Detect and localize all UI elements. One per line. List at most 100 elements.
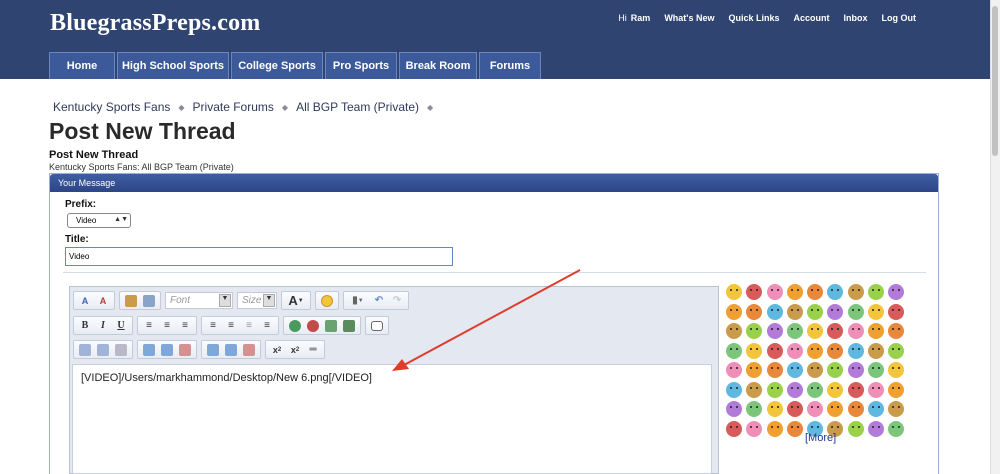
smiley-icon[interactable] <box>786 342 803 359</box>
smiley-icon[interactable] <box>746 420 763 437</box>
undo-icon[interactable]: ↶ <box>371 293 387 309</box>
smiley-icon[interactable] <box>807 323 824 339</box>
smiley-icon[interactable] <box>726 362 742 378</box>
bold-icon[interactable]: B <box>77 318 93 334</box>
smiley-icon[interactable] <box>807 342 824 359</box>
tab-college-sports[interactable]: College Sports <box>231 52 323 79</box>
username-link[interactable]: Ram <box>631 13 651 23</box>
prefix-select[interactable]: Video ▲▼ <box>67 213 131 228</box>
smiley-icon[interactable] <box>868 420 885 437</box>
remove-format-icon[interactable]: A <box>77 293 93 309</box>
smiley-icon[interactable] <box>888 420 905 437</box>
smiley-icon[interactable] <box>726 342 742 359</box>
insert-col-before-icon[interactable] <box>205 342 221 358</box>
attach-icon[interactable]: ▮ ▼ <box>347 293 369 309</box>
smiley-icon[interactable] <box>888 303 905 320</box>
align-left-icon[interactable]: ≡ <box>141 318 157 334</box>
smiley-icon[interactable] <box>319 293 335 309</box>
smiley-icon[interactable] <box>786 381 803 398</box>
smiley-icon[interactable] <box>766 362 783 378</box>
subscript-icon[interactable]: x2 <box>269 342 285 358</box>
outdent-icon[interactable]: ≡ <box>241 318 257 334</box>
tab-home[interactable]: Home <box>49 52 115 79</box>
align-center-icon[interactable]: ≡ <box>159 318 175 334</box>
smiley-icon[interactable] <box>807 362 824 378</box>
smiley-icon[interactable] <box>746 342 763 359</box>
insert-row-above-icon[interactable] <box>141 342 157 358</box>
horizontal-rule-icon[interactable]: ═ <box>305 342 321 358</box>
smiley-icon[interactable] <box>746 323 763 339</box>
paste-text-icon[interactable] <box>141 293 157 309</box>
smiley-icon[interactable] <box>766 303 783 320</box>
breadcrumb-all-bgp-team[interactable]: All BGP Team (Private) <box>296 100 419 114</box>
message-textarea[interactable]: [VIDEO]/Users/markhammond/Desktop/New 6.… <box>72 364 712 474</box>
smiley-icon[interactable] <box>746 401 763 417</box>
underline-icon[interactable]: U <box>113 318 129 334</box>
smiley-icon[interactable] <box>888 284 905 300</box>
smiley-icon[interactable] <box>786 284 803 300</box>
smiley-icon[interactable] <box>847 362 864 378</box>
smiley-icon[interactable] <box>766 284 783 300</box>
superscript-icon[interactable]: x2 <box>287 342 303 358</box>
smiley-icon[interactable] <box>827 303 844 320</box>
smiley-icon[interactable] <box>766 381 783 398</box>
inbox-link[interactable]: Inbox <box>844 13 868 23</box>
smiley-icon[interactable] <box>807 381 824 398</box>
smiley-icon[interactable] <box>726 323 742 339</box>
tab-high-school-sports[interactable]: High School Sports <box>117 52 229 79</box>
log-out-link[interactable]: Log Out <box>882 13 917 23</box>
smiley-icon[interactable] <box>726 303 742 320</box>
site-logo[interactable]: BluegrassPreps.com <box>50 10 260 37</box>
smiley-icon[interactable] <box>766 323 783 339</box>
smiley-icon[interactable] <box>868 381 885 398</box>
breadcrumb-kentucky-sports-fans[interactable]: Kentucky Sports Fans <box>53 100 170 114</box>
smiley-icon[interactable] <box>726 401 742 417</box>
smiley-icon[interactable] <box>746 303 763 320</box>
font-select[interactable]: Font ▼ <box>165 292 233 309</box>
tab-pro-sports[interactable]: Pro Sports <box>325 52 397 79</box>
smiley-icon[interactable] <box>847 342 864 359</box>
smiley-icon[interactable] <box>847 303 864 320</box>
link-icon[interactable] <box>287 318 303 334</box>
size-select[interactable]: Size ▼ <box>237 292 277 309</box>
smiley-icon[interactable] <box>726 420 742 437</box>
smiley-icon[interactable] <box>888 323 905 339</box>
smiley-icon[interactable] <box>847 381 864 398</box>
smiley-icon[interactable] <box>827 284 844 300</box>
smiley-icon[interactable] <box>888 401 905 417</box>
smiley-icon[interactable] <box>726 284 742 300</box>
smiley-icon[interactable] <box>786 362 803 378</box>
more-smilies-link[interactable]: [More] <box>805 432 836 444</box>
smiley-icon[interactable] <box>786 303 803 320</box>
smiley-icon[interactable] <box>766 420 783 437</box>
smiley-icon[interactable] <box>868 303 885 320</box>
align-right-icon[interactable]: ≡ <box>177 318 193 334</box>
delete-row-icon[interactable] <box>177 342 193 358</box>
paste-icon[interactable] <box>123 293 139 309</box>
smiley-icon[interactable] <box>888 381 905 398</box>
redo-icon[interactable]: ↷ <box>389 293 405 309</box>
smiley-icon[interactable] <box>827 342 844 359</box>
indent-icon[interactable]: ≡ <box>259 318 275 334</box>
smiley-icon[interactable] <box>807 401 824 417</box>
numbered-list-icon[interactable]: ≡ <box>205 318 221 334</box>
unlink-icon[interactable] <box>305 318 321 334</box>
smiley-icon[interactable] <box>786 401 803 417</box>
smiley-icon[interactable] <box>868 284 885 300</box>
smiley-icon[interactable] <box>827 362 844 378</box>
smiley-icon[interactable] <box>746 362 763 378</box>
smiley-icon[interactable] <box>807 303 824 320</box>
smiley-icon[interactable] <box>786 420 803 437</box>
bullet-list-icon[interactable]: ≡ <box>223 318 239 334</box>
smiley-icon[interactable] <box>746 284 763 300</box>
tab-forums[interactable]: Forums <box>479 52 541 79</box>
smiley-icon[interactable] <box>868 401 885 417</box>
tab-break-room[interactable]: Break Room <box>399 52 477 79</box>
smiley-icon[interactable] <box>766 401 783 417</box>
delete-col-icon[interactable] <box>241 342 257 358</box>
smiley-icon[interactable] <box>868 362 885 378</box>
title-input[interactable]: Video <box>65 247 453 266</box>
table-props-icon[interactable] <box>95 342 111 358</box>
clear-format-icon[interactable]: A <box>95 293 111 309</box>
breadcrumb-private-forums[interactable]: Private Forums <box>193 100 274 114</box>
